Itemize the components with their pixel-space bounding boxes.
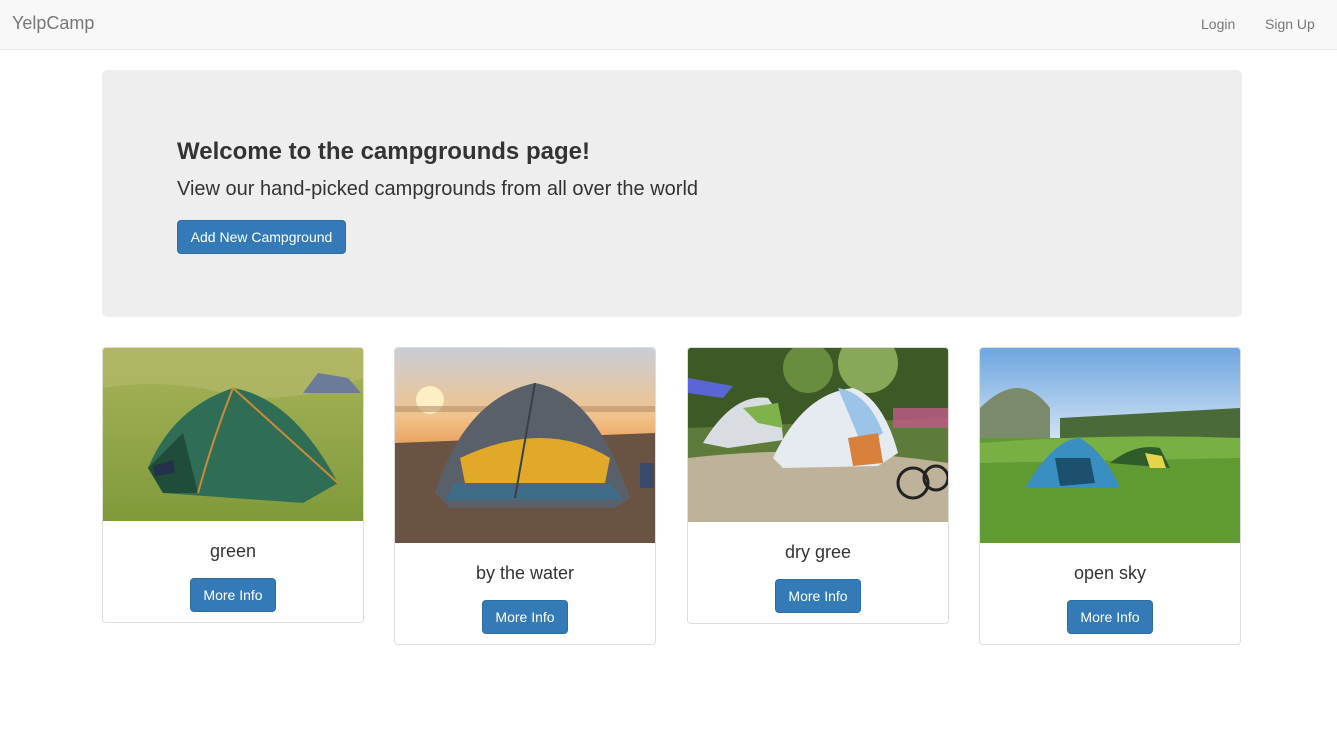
brand-link[interactable]: YelpCamp bbox=[12, 13, 94, 34]
campground-name: dry gree bbox=[784, 542, 852, 562]
add-campground-button[interactable]: Add New Campground bbox=[177, 220, 346, 254]
campground-card: green More Info bbox=[102, 347, 364, 623]
campground-name: open sky bbox=[1073, 563, 1147, 583]
page-title: Welcome to the campgrounds page! bbox=[177, 138, 590, 165]
more-info-button[interactable]: More Info bbox=[482, 600, 568, 634]
campground-card: by the water More Info bbox=[394, 347, 656, 645]
jumbotron: Welcome to the campgrounds page! View ou… bbox=[102, 70, 1242, 317]
more-info-button[interactable]: More Info bbox=[1067, 600, 1153, 634]
campground-card: dry gree More Info bbox=[687, 347, 949, 624]
navbar: YelpCamp Login Sign Up bbox=[0, 0, 1337, 50]
page-lead: View our hand-picked campgrounds from al… bbox=[177, 178, 699, 200]
campground-name: by the water bbox=[475, 563, 575, 583]
signup-link[interactable]: Sign Up bbox=[1265, 16, 1315, 32]
campground-name: green bbox=[209, 541, 257, 561]
campground-card: open sky More Info bbox=[979, 347, 1241, 645]
campground-image[interactable] bbox=[395, 348, 655, 543]
campground-image[interactable] bbox=[688, 348, 948, 522]
campground-image[interactable] bbox=[103, 348, 363, 521]
campground-image[interactable] bbox=[980, 348, 1240, 543]
login-link[interactable]: Login bbox=[1201, 16, 1235, 32]
more-info-button[interactable]: More Info bbox=[775, 579, 861, 613]
more-info-button[interactable]: More Info bbox=[190, 578, 276, 612]
